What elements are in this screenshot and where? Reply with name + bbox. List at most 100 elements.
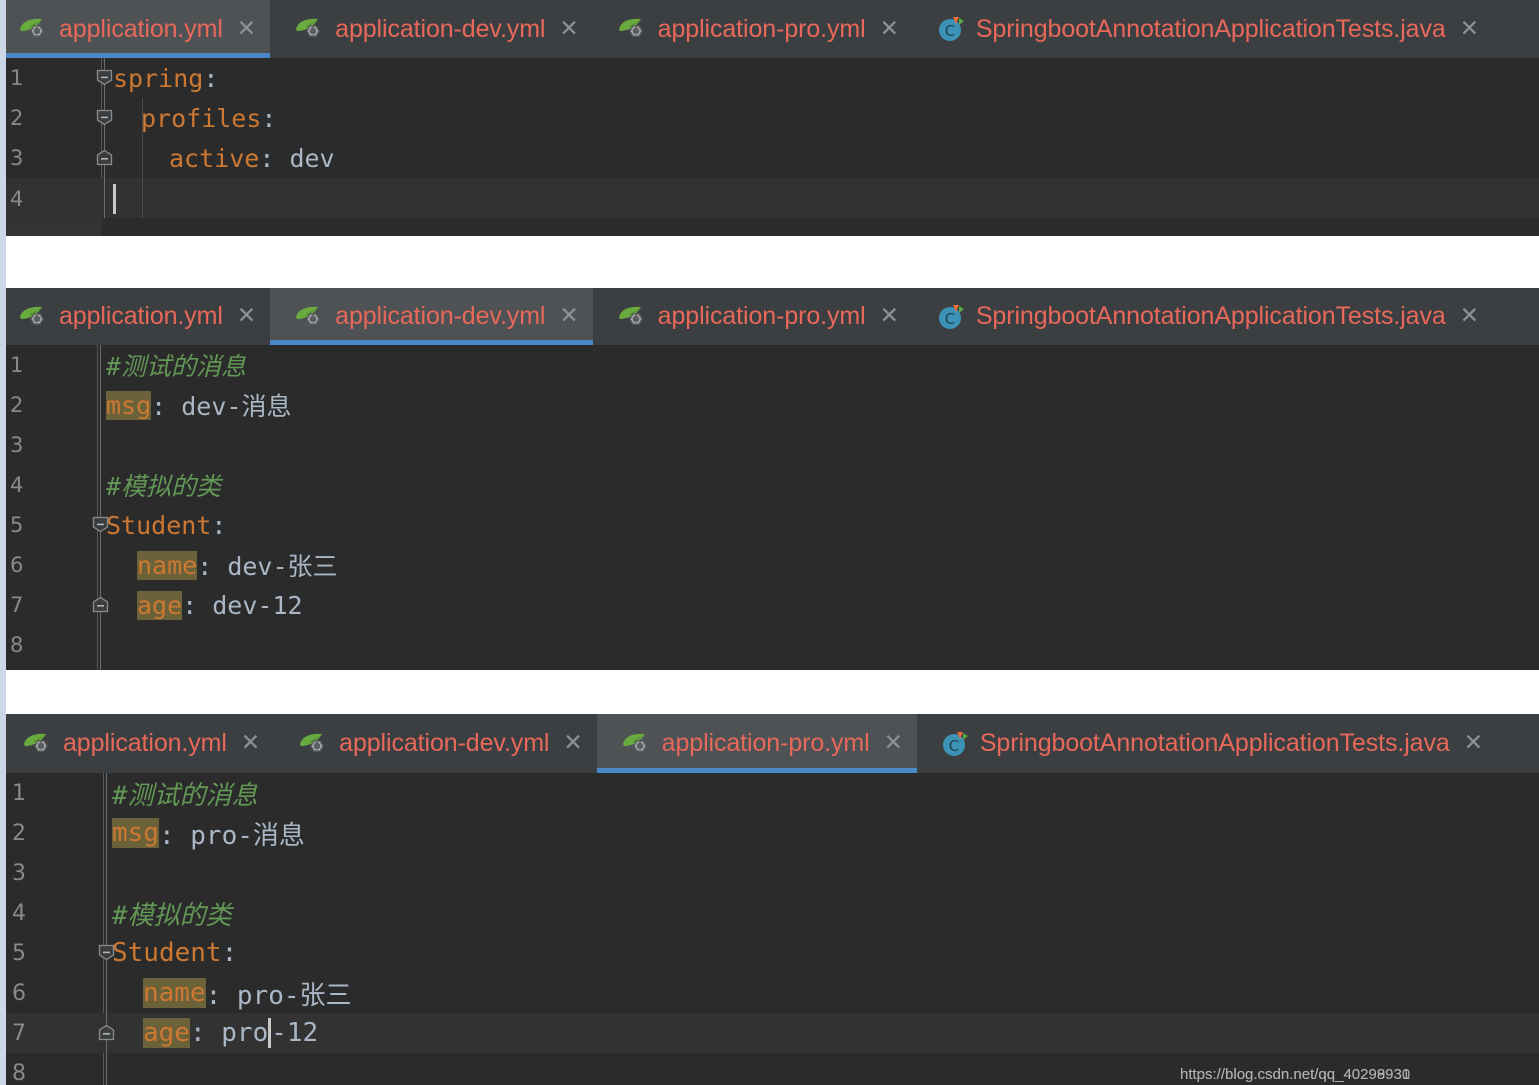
code-line-row[interactable]: 6 name: dev-张三 xyxy=(0,545,1539,585)
code-text: Student: xyxy=(103,933,1539,973)
code-editor-application-pro-yml[interactable]: 1 #测试的消息 2 msg: pro-消息 3 4 #模拟的类 5 Stude… xyxy=(0,773,1539,1085)
fold-gutter[interactable] xyxy=(30,625,97,665)
fold-gutter[interactable] xyxy=(34,1053,103,1085)
code-editor-application-dev-yml[interactable]: 1 #测试的消息 2 msg: dev-消息 3 4 #模拟的类 5 Stude… xyxy=(0,345,1539,670)
yaml-key-highlighted: name xyxy=(143,978,206,1008)
junit-class-icon: C xyxy=(937,303,965,331)
code-line-row[interactable]: 3 xyxy=(0,853,1539,893)
code-line-row[interactable]: 4 xyxy=(0,178,1539,220)
tab-springboot-annotation-application-tests-java[interactable]: C SpringbootAnnotationApplicationTests.j… xyxy=(913,288,1493,345)
yaml-colon: : xyxy=(221,938,238,968)
fold-gutter[interactable] xyxy=(30,385,97,425)
fold-gutter[interactable] xyxy=(34,813,103,853)
code-line-row[interactable]: 3 xyxy=(0,425,1539,465)
fold-gutter[interactable] xyxy=(30,345,97,385)
fold-gutter[interactable] xyxy=(30,58,101,98)
code-line-row[interactable]: 3 active: dev xyxy=(0,138,1539,178)
tab-application-pro-yml[interactable]: application-pro.yml ✕ xyxy=(593,288,913,345)
fold-gutter[interactable] xyxy=(30,138,101,178)
code-text: msg: pro-消息 xyxy=(103,813,1539,853)
code-editor-application-yml[interactable]: 1 spring: 2 profiles: 3 active: dev 4 xyxy=(0,58,1539,236)
yaml-key-highlighted: age xyxy=(143,1018,190,1048)
spring-leaf-icon xyxy=(298,731,328,757)
code-text: name: pro-张三 xyxy=(103,973,1539,1013)
code-line-row[interactable]: 5 Student: xyxy=(0,933,1539,973)
junit-class-icon: C xyxy=(937,15,965,43)
tab-application-pro-yml[interactable]: application-pro.yml ✕ xyxy=(596,714,918,773)
close-icon[interactable]: ✕ xyxy=(880,305,899,328)
code-line-row[interactable]: 1 #测试的消息 xyxy=(0,773,1539,813)
code-line-row[interactable]: 7 age: dev-12 xyxy=(0,585,1539,625)
close-icon[interactable]: ✕ xyxy=(563,732,582,755)
tab-application-dev-yml[interactable]: application-dev.yml ✕ xyxy=(270,0,593,58)
close-icon[interactable]: ✕ xyxy=(559,305,578,328)
code-line-row[interactable]: 1 spring: xyxy=(0,58,1539,98)
tab-springboot-annotation-application-tests-java[interactable]: C SpringbootAnnotationApplicationTests.j… xyxy=(917,714,1497,773)
fold-marker-collapse[interactable] xyxy=(92,516,109,533)
fold-gutter[interactable] xyxy=(34,933,103,973)
fold-marker-end[interactable] xyxy=(96,149,113,166)
fold-gutter[interactable] xyxy=(34,893,103,933)
close-icon[interactable]: ✕ xyxy=(237,17,256,41)
fold-gutter[interactable] xyxy=(34,1013,103,1053)
close-icon[interactable]: ✕ xyxy=(880,17,899,41)
yaml-colon: : xyxy=(203,63,219,93)
text-caret xyxy=(113,184,116,214)
indent-guide xyxy=(142,98,143,228)
code-line-row[interactable]: 5 Student: xyxy=(0,505,1539,545)
fold-marker-collapse[interactable] xyxy=(96,69,113,86)
code-line-row[interactable]: 6 name: pro-张三 xyxy=(0,973,1539,1013)
fold-gutter[interactable] xyxy=(30,98,101,138)
fold-gutter[interactable] xyxy=(30,585,97,625)
close-icon[interactable]: ✕ xyxy=(884,732,903,755)
code-line-row[interactable]: 4 #模拟的类 xyxy=(0,893,1539,933)
close-icon[interactable]: ✕ xyxy=(241,732,260,755)
yaml-value: : dev-张三 xyxy=(197,552,338,581)
yaml-colon-space: : xyxy=(189,1018,222,1048)
close-icon[interactable]: ✕ xyxy=(1460,305,1479,328)
code-line-row[interactable]: 8 xyxy=(0,625,1539,665)
tab-label: application.yml xyxy=(59,14,223,43)
code-lines: 1 #测试的消息 2 msg: dev-消息 3 4 #模拟的类 5 Stude… xyxy=(0,345,1539,665)
code-text: #模拟的类 xyxy=(103,893,1539,933)
tab-application-dev-yml[interactable]: application-dev.yml ✕ xyxy=(270,288,593,345)
close-icon[interactable]: ✕ xyxy=(237,305,256,328)
editor-panel-application-pro-yml: application.yml ✕ application-dev.yml ✕ xyxy=(0,714,1539,1085)
fold-gutter[interactable] xyxy=(34,973,103,1013)
code-line-row[interactable]: 7 age: pro -12 xyxy=(0,1013,1539,1053)
code-lines: 1 spring: 2 profiles: 3 active: dev 4 xyxy=(0,58,1539,220)
close-icon[interactable]: ✕ xyxy=(559,17,578,41)
tab-application-dev-yml[interactable]: application-dev.yml ✕ xyxy=(274,714,597,773)
fold-gutter[interactable] xyxy=(34,773,103,813)
tab-application-yml[interactable]: application.yml ✕ xyxy=(0,714,274,773)
tab-application-pro-yml[interactable]: application-pro.yml ✕ xyxy=(593,0,913,58)
fold-marker-end[interactable] xyxy=(98,1024,115,1041)
code-line-row[interactable]: 2 msg: dev-消息 xyxy=(0,385,1539,425)
code-line-row[interactable]: 2 profiles: xyxy=(0,98,1539,138)
code-line-row[interactable]: 2 msg: pro-消息 xyxy=(0,813,1539,853)
tab-application-yml[interactable]: application.yml ✕ xyxy=(0,288,270,345)
editor-tab-bar-2: application.yml ✕ application-dev.yml ✕ xyxy=(0,288,1539,345)
fold-gutter[interactable] xyxy=(30,545,97,585)
tab-application-yml[interactable]: application.yml ✕ xyxy=(0,0,271,58)
fold-marker-collapse[interactable] xyxy=(96,109,113,126)
code-line-row[interactable]: 4 #模拟的类 xyxy=(0,465,1539,505)
fold-gutter[interactable] xyxy=(30,465,97,505)
close-icon[interactable]: ✕ xyxy=(1464,732,1483,755)
fold-gutter[interactable] xyxy=(34,853,103,893)
code-line-row[interactable]: 1 #测试的消息 xyxy=(0,345,1539,385)
fold-marker-end[interactable] xyxy=(92,596,109,613)
editor-panel-application-dev-yml: application.yml ✕ application-dev.yml ✕ xyxy=(0,288,1539,670)
yaml-comment: #测试的消息 xyxy=(106,352,247,381)
tab-springboot-annotation-application-tests-java[interactable]: C SpringbootAnnotationApplicationTests.j… xyxy=(913,0,1493,58)
fold-marker-collapse[interactable] xyxy=(98,944,115,961)
fold-gutter[interactable] xyxy=(30,505,97,545)
fold-gutter[interactable] xyxy=(30,178,101,220)
close-icon[interactable]: ✕ xyxy=(1460,17,1479,41)
yaml-comment: #模拟的类 xyxy=(106,472,222,501)
fold-gutter[interactable] xyxy=(30,425,97,465)
svg-text:C: C xyxy=(945,22,955,40)
